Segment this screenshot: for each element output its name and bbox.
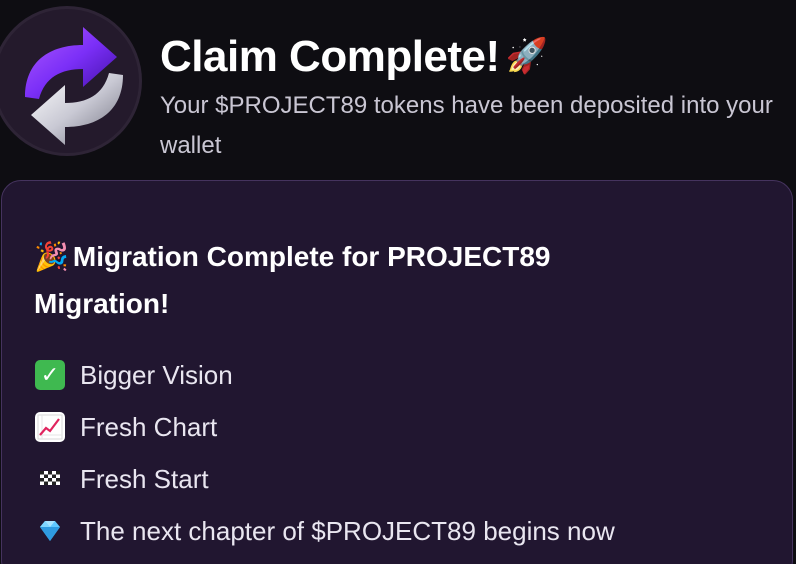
gem-icon bbox=[35, 516, 65, 546]
migration-card: 🎉 Migration Complete for PROJECT89 Migrat… bbox=[1, 180, 793, 564]
check-mark-icon: ✓ bbox=[35, 360, 65, 390]
list-item-text: Bigger Vision bbox=[80, 359, 233, 390]
card-heading: 🎉 Migration Complete for PROJECT89 Migrat… bbox=[34, 233, 674, 327]
feature-list: ✓ Bigger Vision Fresh Chart Fresh Start … bbox=[35, 349, 615, 557]
list-item-text: Fresh Start bbox=[80, 463, 209, 494]
card-heading-text: Migration Complete for PROJECT89 Migrati… bbox=[34, 241, 551, 319]
party-popper-icon: 🎉 bbox=[34, 241, 69, 272]
checkered-flag-icon bbox=[35, 464, 65, 494]
subtitle: Your $PROJECT89 tokens have been deposit… bbox=[160, 92, 773, 159]
claim-complete-page: Claim Complete! 🚀 Your $PROJECT89 tokens … bbox=[0, 0, 796, 564]
list-item: The next chapter of $PROJECT89 begins no… bbox=[35, 505, 615, 557]
swap-arrows-logo-icon bbox=[0, 6, 142, 156]
chart-increasing-icon bbox=[35, 412, 65, 442]
list-item: Fresh Chart bbox=[35, 401, 615, 453]
list-item: Fresh Start bbox=[35, 453, 615, 505]
page-title: Claim Complete! 🚀 bbox=[160, 32, 548, 81]
list-item-text: The next chapter of $PROJECT89 begins no… bbox=[80, 515, 615, 546]
rocket-icon: 🚀 bbox=[505, 37, 548, 75]
list-item: ✓ Bigger Vision bbox=[35, 349, 615, 401]
list-item-text: Fresh Chart bbox=[80, 411, 218, 442]
